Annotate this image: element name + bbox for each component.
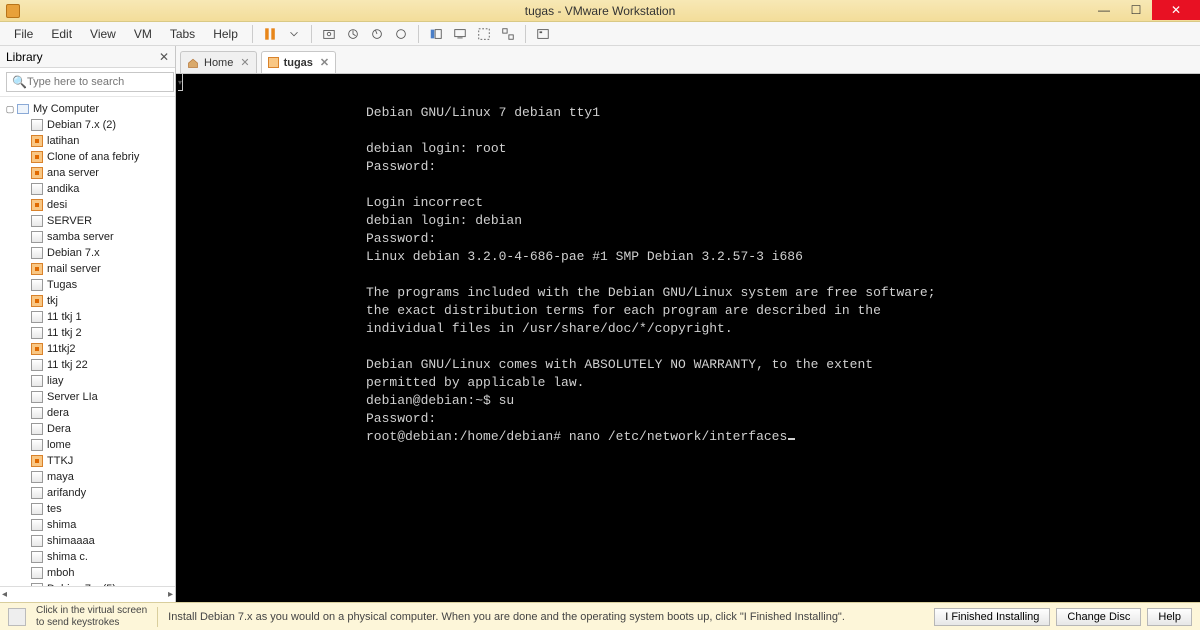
vm-item[interactable]: Debian 7.x bbox=[4, 245, 175, 261]
statusbar: Click in the virtual screen to send keys… bbox=[0, 602, 1200, 630]
close-button[interactable]: ✕ bbox=[1152, 0, 1200, 20]
window-controls: — ☐ ✕ bbox=[1088, 0, 1200, 22]
change-disc-button[interactable]: Change Disc bbox=[1056, 608, 1141, 626]
menu-help[interactable]: Help bbox=[205, 24, 246, 44]
vm-item[interactable]: 11 tkj 2 bbox=[4, 325, 175, 341]
hint-icon bbox=[8, 608, 26, 626]
vm-item[interactable]: latihan bbox=[4, 133, 175, 149]
vm-item[interactable]: tkj bbox=[4, 293, 175, 309]
vm-item[interactable]: Debian 7.x (2) bbox=[4, 117, 175, 133]
vm-item[interactable]: Debian 7.x (5) bbox=[4, 581, 175, 586]
status-message: Install Debian 7.x as you would on a phy… bbox=[168, 611, 845, 623]
tab-strip: Home✕tugas✕ bbox=[176, 46, 1200, 74]
tree-root[interactable]: ▢My Computer bbox=[4, 101, 175, 117]
vm-item[interactable]: 11 tkj 1 bbox=[4, 309, 175, 325]
tab-home[interactable]: Home✕ bbox=[180, 51, 257, 73]
library-header: Library ✕ bbox=[0, 46, 175, 68]
separator bbox=[157, 607, 158, 627]
revert-icon[interactable] bbox=[342, 23, 364, 45]
maximize-button[interactable]: ☐ bbox=[1120, 0, 1152, 20]
vm-item[interactable]: liay bbox=[4, 373, 175, 389]
search-icon: 🔍 bbox=[12, 75, 27, 89]
library-title: Library bbox=[6, 50, 43, 64]
tab-tugas[interactable]: tugas✕ bbox=[261, 51, 337, 73]
close-icon[interactable]: ✕ bbox=[159, 50, 169, 64]
menu-vm[interactable]: VM bbox=[126, 24, 160, 44]
cursor-icon bbox=[788, 438, 795, 440]
snapshot-icon[interactable] bbox=[318, 23, 340, 45]
minimize-button[interactable]: — bbox=[1088, 0, 1120, 20]
fullscreen-icon[interactable] bbox=[473, 23, 495, 45]
search-input[interactable] bbox=[6, 72, 174, 92]
menu-view[interactable]: View bbox=[82, 24, 124, 44]
app-icon bbox=[6, 4, 20, 18]
vm-item[interactable]: tes bbox=[4, 501, 175, 517]
separator bbox=[252, 25, 253, 43]
thumbnail-icon[interactable] bbox=[532, 23, 554, 45]
vm-item[interactable]: Dera bbox=[4, 421, 175, 437]
terminal-output: Debian GNU/Linux 7 debian tty1 debian lo… bbox=[366, 105, 936, 444]
menu-tabs[interactable]: Tabs bbox=[162, 24, 203, 44]
close-icon[interactable]: ✕ bbox=[320, 56, 329, 69]
clock-icon[interactable] bbox=[390, 23, 412, 45]
vm-item[interactable]: samba server bbox=[4, 229, 175, 245]
search-dropdown-icon[interactable]: ▾ bbox=[178, 73, 183, 91]
separator bbox=[525, 25, 526, 43]
manage-icon[interactable] bbox=[366, 23, 388, 45]
library-sidebar: Library ✕ 🔍 ▾ ▢My ComputerDebian 7.x (2)… bbox=[0, 46, 176, 602]
help-button[interactable]: Help bbox=[1147, 608, 1192, 626]
pause-icon[interactable] bbox=[259, 23, 281, 45]
vm-tree[interactable]: ▢My ComputerDebian 7.x (2)latihanClone o… bbox=[0, 97, 175, 586]
close-icon[interactable]: ✕ bbox=[240, 56, 249, 69]
finished-installing-button[interactable]: I Finished Installing bbox=[934, 608, 1050, 626]
vm-item[interactable]: Server LIa bbox=[4, 389, 175, 405]
vm-item[interactable]: shima c. bbox=[4, 549, 175, 565]
menu-edit[interactable]: Edit bbox=[43, 24, 80, 44]
vm-item[interactable]: SERVER bbox=[4, 213, 175, 229]
vm-item[interactable]: maya bbox=[4, 469, 175, 485]
vm-item[interactable]: lome bbox=[4, 437, 175, 453]
unity-icon[interactable] bbox=[497, 23, 519, 45]
titlebar: tugas - VMware Workstation — ☐ ✕ bbox=[0, 0, 1200, 22]
vm-item[interactable]: ana server bbox=[4, 165, 175, 181]
window-title: tugas - VMware Workstation bbox=[525, 4, 676, 18]
dropdown-icon[interactable] bbox=[283, 23, 305, 45]
vm-item[interactable]: desi bbox=[4, 197, 175, 213]
vm-item[interactable]: Tugas bbox=[4, 277, 175, 293]
vm-item[interactable]: TTKJ bbox=[4, 453, 175, 469]
sidebar-toggle-icon[interactable] bbox=[425, 23, 447, 45]
menubar: File Edit View VM Tabs Help bbox=[0, 22, 1200, 46]
vm-console[interactable]: Debian GNU/Linux 7 debian tty1 debian lo… bbox=[176, 74, 1200, 602]
vm-item[interactable]: arifandy bbox=[4, 485, 175, 501]
separator bbox=[418, 25, 419, 43]
main-area: Home✕tugas✕ Debian GNU/Linux 7 debian tt… bbox=[176, 46, 1200, 602]
vm-item[interactable]: mail server bbox=[4, 261, 175, 277]
vm-item[interactable]: Clone of ana febriy bbox=[4, 149, 175, 165]
vm-item[interactable]: 11tkj2 bbox=[4, 341, 175, 357]
separator bbox=[311, 25, 312, 43]
hint-text: Click in the virtual screen to send keys… bbox=[36, 605, 147, 629]
vm-item[interactable]: shimaaaa bbox=[4, 533, 175, 549]
vm-item[interactable]: mboh bbox=[4, 565, 175, 581]
vm-item[interactable]: andika bbox=[4, 181, 175, 197]
menu-file[interactable]: File bbox=[6, 24, 41, 44]
vm-item[interactable]: dera bbox=[4, 405, 175, 421]
vm-item[interactable]: shima bbox=[4, 517, 175, 533]
vm-item[interactable]: 11 tkj 22 bbox=[4, 357, 175, 373]
console-icon[interactable] bbox=[449, 23, 471, 45]
horizontal-scrollbar[interactable]: ◂▸ bbox=[0, 586, 175, 602]
search-row: 🔍 ▾ bbox=[0, 68, 175, 97]
